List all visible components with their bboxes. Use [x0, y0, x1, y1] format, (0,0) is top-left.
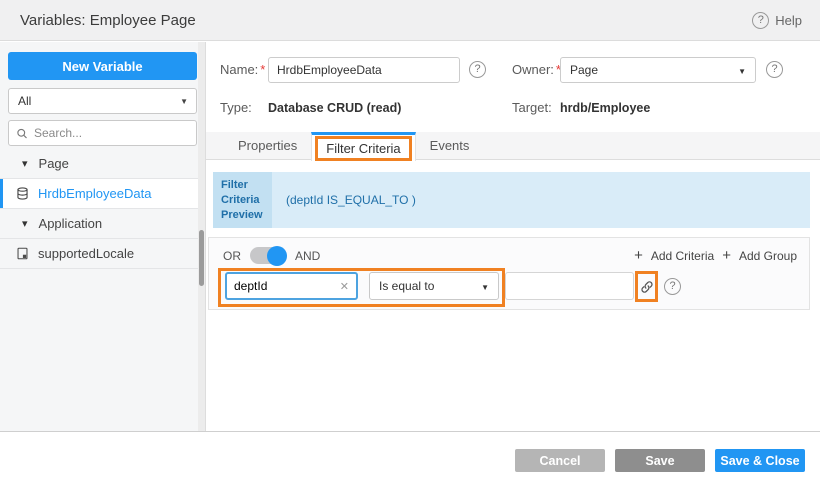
search-icon	[16, 127, 28, 140]
link-icon	[640, 280, 654, 294]
sidebar-scrollbar-track	[198, 42, 205, 431]
target-value: hrdb/Employee	[560, 100, 650, 116]
variables-tree: ▾ Page HrdbEmployeeData ▾ Application su…	[0, 149, 205, 269]
tab-properties[interactable]: Properties	[224, 132, 311, 160]
type-label: Type:	[220, 95, 252, 121]
or-and-toggle[interactable]	[250, 247, 286, 264]
variable-filter-value: All	[18, 94, 31, 108]
tab-bar: Properties Filter Criteria Events	[206, 132, 820, 160]
variables-sidebar: New Variable All ▼ ▾ Page HrdbEmployeeDa…	[0, 42, 206, 431]
cancel-button[interactable]: Cancel	[515, 449, 605, 472]
type-value: Database CRUD (read)	[268, 100, 401, 116]
document-variable-icon	[16, 247, 29, 260]
tree-item-supportedlocale[interactable]: supportedLocale	[0, 239, 205, 269]
name-help-icon[interactable]: ?	[469, 61, 486, 78]
caret-down-icon: ▼	[180, 97, 188, 106]
tree-item-label: supportedLocale	[38, 246, 134, 261]
required-marker: *	[260, 62, 265, 77]
add-group-button[interactable]: Add Group	[739, 249, 797, 263]
criteria-operator-value: Is equal to	[379, 279, 434, 293]
search-box[interactable]	[8, 120, 197, 146]
tree-group-label: Application	[39, 216, 103, 231]
add-links: + Add Criteria + Add Group	[634, 247, 797, 264]
criteria-field-input-wrap: ✕	[225, 272, 358, 300]
tree-item-label: HrdbEmployeeData	[38, 186, 151, 201]
criteria-value-input[interactable]	[505, 272, 634, 300]
plus-icon: +	[722, 247, 731, 264]
owner-help-icon[interactable]: ?	[766, 61, 783, 78]
or-label: OR	[223, 249, 241, 263]
name-input[interactable]	[268, 57, 460, 83]
add-criteria-button[interactable]: Add Criteria	[651, 249, 714, 263]
page-title: Variables: Employee Page	[20, 0, 196, 41]
tree-group-label: Page	[39, 156, 69, 171]
new-variable-button[interactable]: New Variable	[8, 52, 197, 80]
tab-events[interactable]: Events	[416, 132, 484, 160]
criteria-field-input[interactable]	[227, 279, 333, 293]
database-variable-icon	[16, 187, 29, 200]
variable-filter-select[interactable]: All ▼	[8, 88, 197, 114]
name-label: Name:*	[220, 57, 265, 83]
tab-filter-criteria[interactable]: Filter Criteria	[311, 132, 415, 161]
filter-criteria-preview: Filter Criteria Preview (deptId IS_EQUAL…	[213, 172, 810, 228]
or-and-toggle-group: OR AND	[223, 247, 320, 264]
help-label: Help	[775, 13, 802, 28]
target-label: Target:	[512, 95, 552, 121]
owner-label: Owner:*	[512, 57, 561, 83]
criteria-panel: OR AND + Add Criteria + Add Group ✕ Is e…	[208, 237, 810, 310]
variables-dialog: Variables: Employee Page ? Help New Vari…	[0, 0, 820, 490]
owner-value: Page	[570, 63, 598, 77]
help-button[interactable]: ? Help	[752, 0, 802, 41]
caret-down-icon: ▾	[22, 217, 28, 230]
owner-select[interactable]: Page ▼	[560, 57, 756, 83]
and-label: AND	[295, 249, 320, 263]
caret-down-icon: ▼	[738, 67, 746, 76]
tree-group-page[interactable]: ▾ Page	[0, 149, 205, 179]
save-button[interactable]: Save	[615, 449, 705, 472]
annotation-filter-criteria-tab: Filter Criteria	[315, 136, 411, 161]
criteria-help-icon[interactable]: ?	[664, 278, 681, 295]
caret-down-icon: ▼	[481, 283, 489, 292]
tree-item-hrdbemployeedata[interactable]: HrdbEmployeeData	[0, 179, 205, 209]
bind-variable-button[interactable]	[639, 274, 655, 299]
plus-icon: +	[634, 247, 643, 264]
variable-detail-panel: Name:* ? Owner:* Page ▼ ? Type: Database…	[206, 42, 820, 431]
search-input[interactable]	[34, 126, 189, 140]
save-and-close-button[interactable]: Save & Close	[715, 449, 805, 472]
dialog-header: Variables: Employee Page ? Help	[0, 0, 820, 41]
clear-icon[interactable]: ✕	[333, 280, 356, 293]
criteria-operator-select[interactable]: Is equal to ▼	[369, 272, 499, 300]
sidebar-scrollbar-thumb[interactable]	[199, 230, 204, 286]
help-icon: ?	[752, 12, 769, 29]
caret-down-icon: ▾	[22, 157, 28, 170]
toggle-knob-icon	[267, 246, 287, 266]
dialog-footer: Cancel Save Save & Close	[0, 431, 820, 490]
preview-value: (deptId IS_EQUAL_TO )	[272, 172, 810, 228]
tree-group-application[interactable]: ▾ Application	[0, 209, 205, 239]
preview-label: Filter Criteria Preview	[213, 172, 272, 228]
